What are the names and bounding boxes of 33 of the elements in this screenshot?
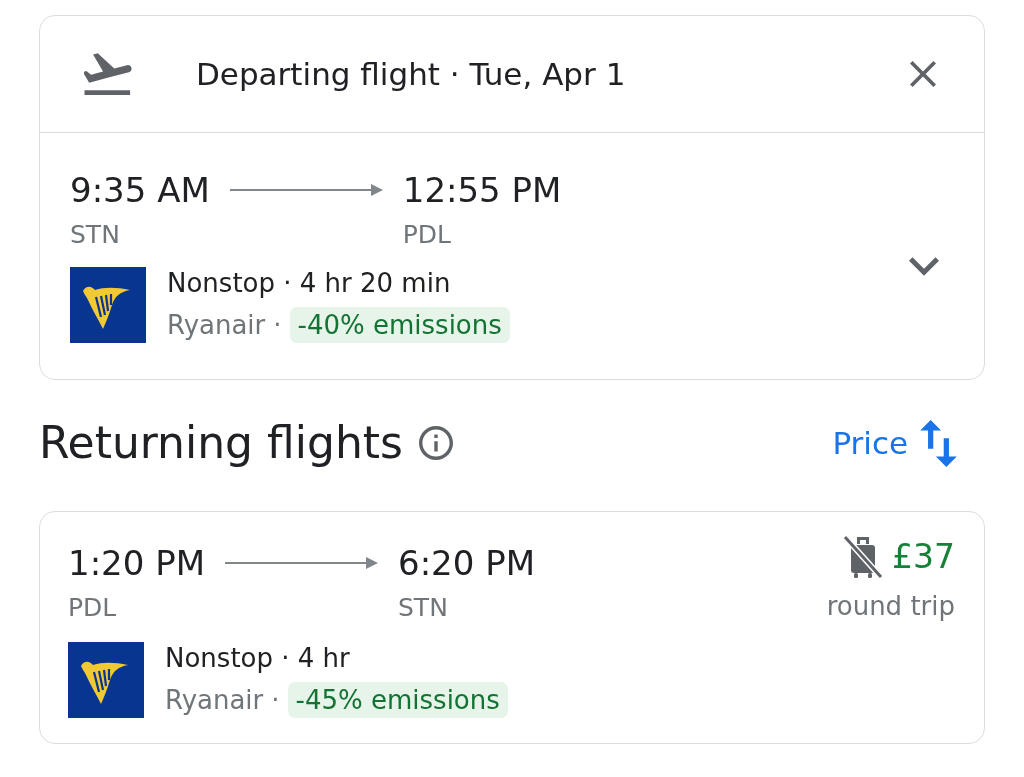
harp-logo-icon: [68, 642, 144, 718]
origin-airport-code: STN: [70, 221, 121, 249]
separator-dot: ·: [273, 309, 282, 342]
route-arrow-icon: [225, 557, 378, 569]
airline-name: Ryanair: [167, 309, 266, 342]
card-title: Departing flight · Tue, Apr 1: [196, 55, 626, 94]
flight-summary: Nonstop · 4 hr: [165, 642, 351, 674]
expand-toggle[interactable]: [909, 256, 939, 276]
close-icon: [910, 61, 936, 87]
price: £37: [892, 537, 955, 577]
destination-airport-code: PDL: [402, 221, 453, 249]
sort-button[interactable]: Price: [832, 419, 957, 467]
harp-logo-icon: [70, 267, 146, 343]
price-note: round trip: [826, 591, 955, 621]
airline-name: Ryanair: [165, 684, 264, 717]
flight-summary: Nonstop · 4 hr 20 min: [167, 267, 452, 299]
destination-airport-code: STN: [398, 594, 449, 622]
plane-takeoff-icon: [84, 53, 132, 95]
arrival-time: 12:55 PM: [402, 172, 562, 208]
returning-flight-card[interactable]: 1:20 PM PDL 6:20 PM STN Nonstop · 4 hr Ryanair · -45% emissions £37 round trip: [39, 511, 985, 744]
close-button[interactable]: [909, 60, 937, 88]
emissions-badge: -45% emissions: [287, 682, 508, 718]
chevron-icon: [909, 256, 939, 276]
emissions-badge: -40% emissions: [289, 307, 510, 343]
route-arrow-icon: [229, 184, 383, 196]
info-icon[interactable]: [418, 426, 453, 460]
arrival-time: 6:20 PM: [398, 545, 535, 581]
departure-time: 1:20 PM: [68, 545, 205, 581]
section-heading: Returning flights: [39, 417, 403, 469]
departure-time: 9:35 AM: [70, 172, 210, 208]
separator-dot: ·: [271, 684, 280, 717]
origin-airport-code: PDL: [68, 594, 118, 622]
sort-arrows-icon: [920, 419, 957, 467]
